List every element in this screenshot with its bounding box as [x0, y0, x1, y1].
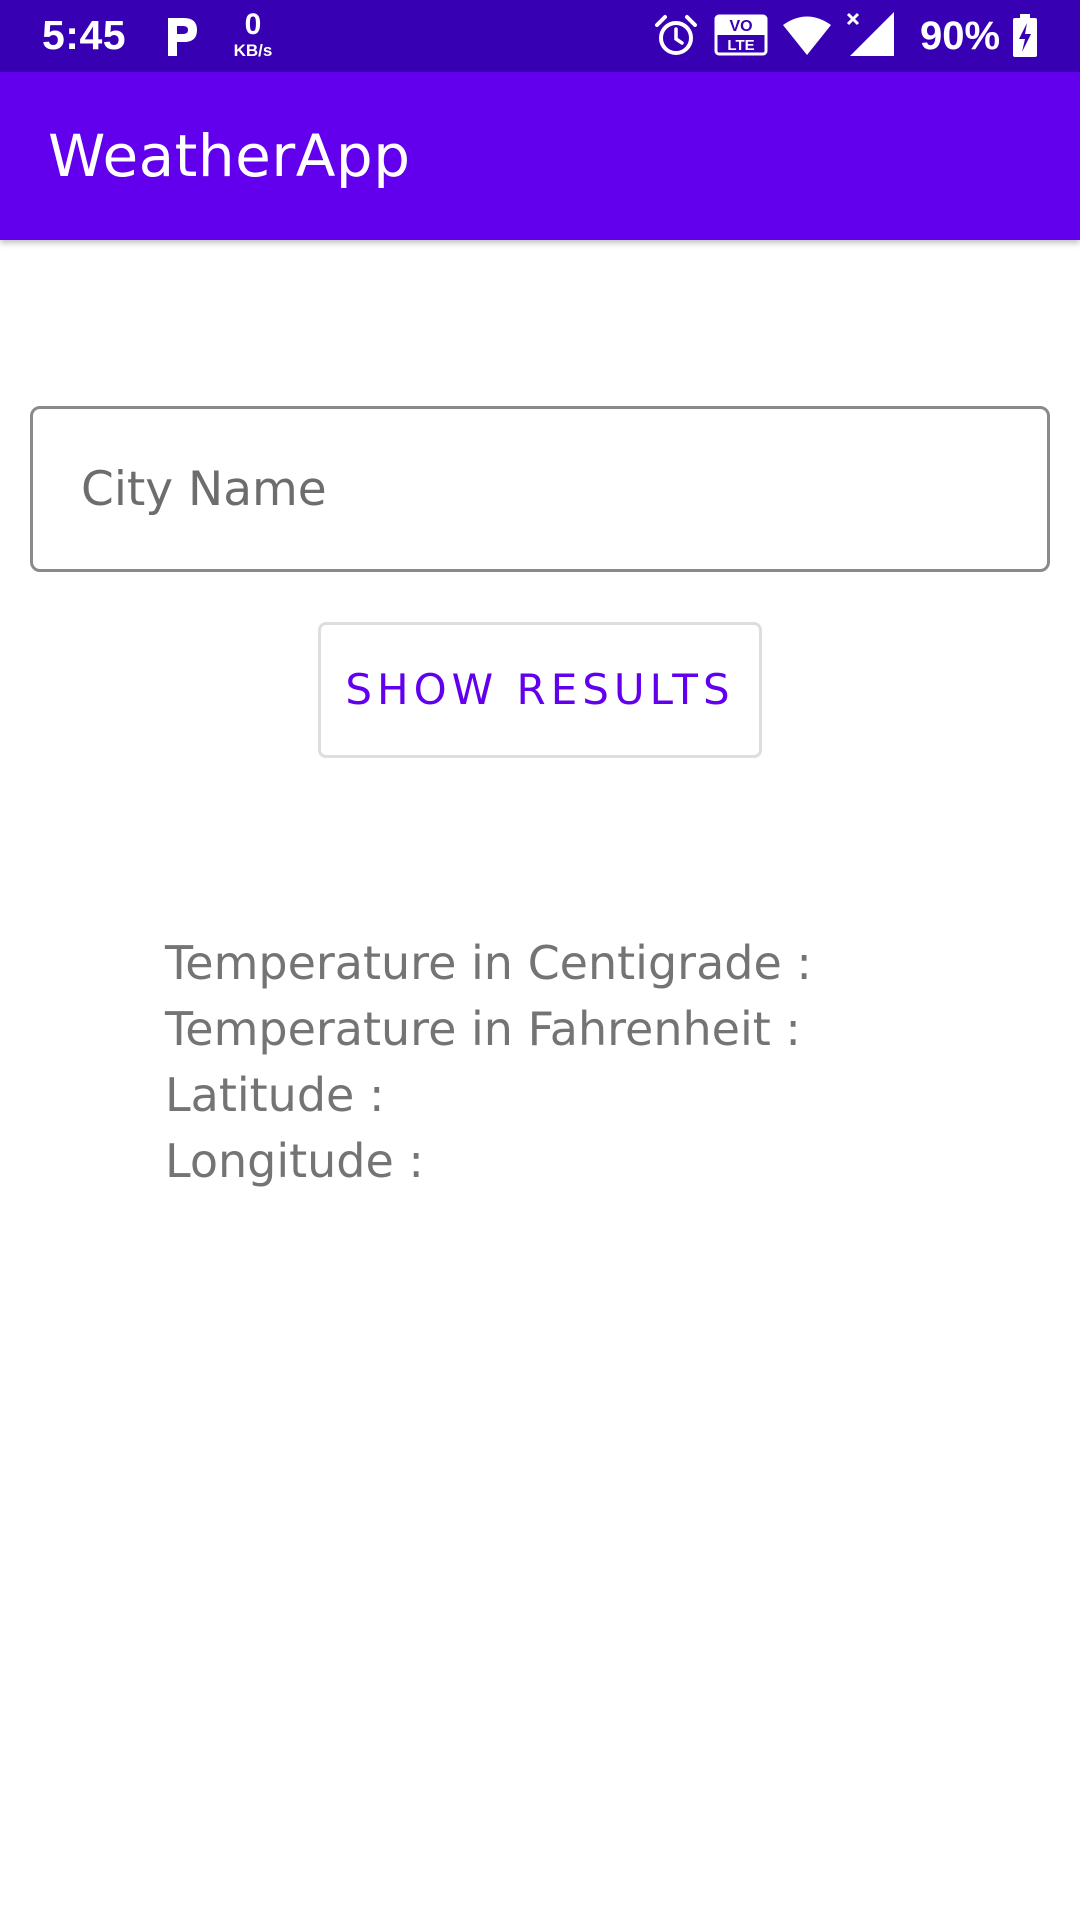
battery-charging-icon: [1013, 14, 1037, 57]
temperature-centigrade-label: Temperature in Centigrade :: [165, 936, 812, 990]
network-speed-value: 0: [244, 8, 262, 41]
city-name-input[interactable]: [30, 406, 1050, 572]
temperature-fahrenheit-label: Temperature in Fahrenheit :: [165, 1002, 801, 1056]
app-title: WeatherApp: [48, 122, 411, 190]
svg-text:VO: VO: [729, 18, 752, 35]
app-bar: WeatherApp: [0, 72, 1080, 240]
parking-icon: [168, 18, 197, 56]
network-speed-unit: KB/s: [233, 41, 273, 60]
signal-icon: [846, 12, 894, 56]
status-time: 5:45: [42, 12, 127, 58]
wifi-icon: [783, 16, 831, 55]
status-bar: 5:45 0 KB/s VO LTE 90%: [0, 0, 1080, 72]
volte-icon: VO LTE: [714, 14, 768, 56]
network-speed: 0 KB/s: [228, 8, 278, 60]
battery-percent: 90%: [920, 14, 1001, 58]
latitude-label: Latitude :: [165, 1068, 385, 1122]
longitude-label: Longitude :: [165, 1134, 424, 1188]
results-panel: Temperature in Centigrade : Temperature …: [165, 930, 1045, 1194]
svg-text:LTE: LTE: [727, 37, 754, 54]
show-results-button[interactable]: SHOW RESULTS: [318, 622, 762, 758]
alarm-icon: [655, 15, 697, 55]
